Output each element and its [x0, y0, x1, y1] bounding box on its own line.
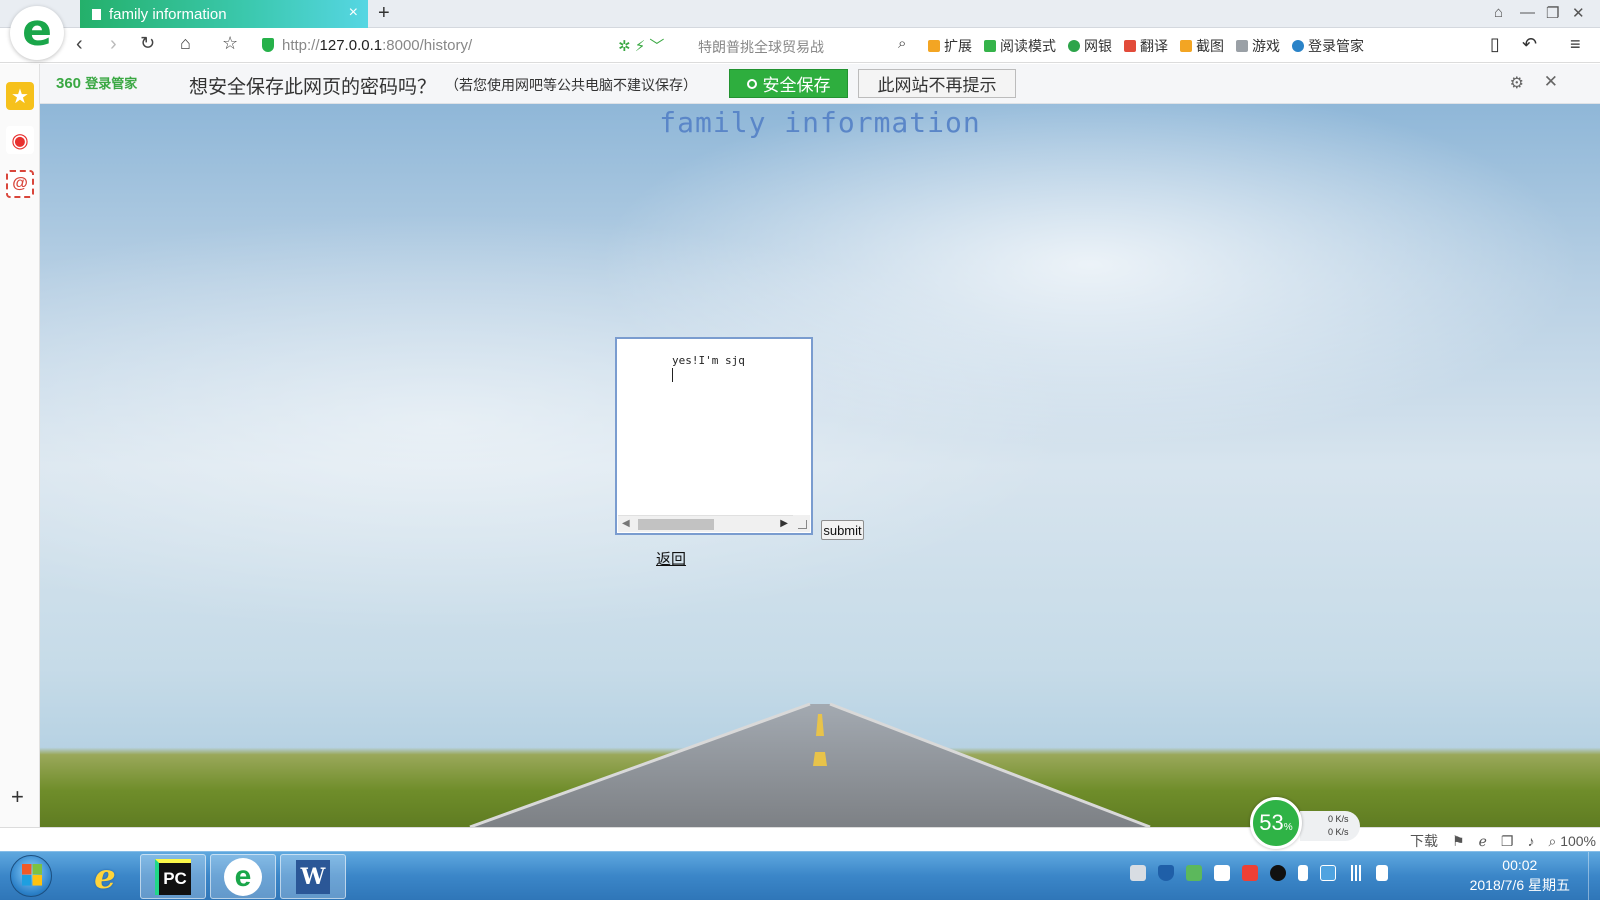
- volume-muted-icon[interactable]: [1242, 865, 1258, 881]
- browser-360-icon: e: [224, 857, 262, 896]
- add-sidebar-icon[interactable]: +: [11, 784, 24, 810]
- download-speed: 0 K/s: [1328, 827, 1349, 837]
- toolbar-menu: 扩展 阅读模式 网银 翻译 截图 游戏 登录管家: [928, 36, 1364, 56]
- close-icon[interactable]: ✕: [1544, 72, 1558, 92]
- toolbar-screenshot[interactable]: 截图: [1180, 36, 1224, 56]
- scrollbar-thumb[interactable]: [638, 519, 714, 530]
- url-host: 127.0.0.1: [319, 36, 383, 54]
- browser-logo[interactable]: e: [10, 6, 64, 60]
- password-prompt: 想安全保存此网页的密码吗？: [189, 77, 437, 98]
- qq-icon[interactable]: [1270, 865, 1286, 881]
- back-icon[interactable]: ‹: [76, 33, 83, 56]
- road-background: [469, 702, 1151, 827]
- gear-icon[interactable]: ⚙: [1510, 73, 1524, 93]
- windows-logo-icon: [22, 864, 42, 886]
- security-shield-icon: [262, 38, 274, 52]
- skin-icon[interactable]: ⌂: [1494, 4, 1503, 21]
- window-icon[interactable]: ❐: [1501, 833, 1514, 850]
- page-title: family information: [659, 106, 981, 139]
- network-tray-icon[interactable]: [1186, 865, 1202, 881]
- sound-icon[interactable]: ♪: [1527, 833, 1534, 849]
- speed-mode-icon[interactable]: ✲ ⚡ ﹀: [618, 35, 664, 56]
- pycharm-icon: PC: [155, 858, 191, 895]
- new-tab-icon[interactable]: +: [378, 2, 390, 25]
- taskbar: e PC e W 00:02 2018/7/6 星期五: [0, 851, 1600, 900]
- toolbar-login-manager[interactable]: 登录管家: [1292, 36, 1364, 56]
- weibo-icon[interactable]: ◉: [6, 126, 34, 154]
- bookmark-icon[interactable]: ▯: [1490, 34, 1500, 55]
- scroll-right-icon[interactable]: ▶: [780, 518, 788, 529]
- undo-icon[interactable]: ↶: [1522, 34, 1537, 55]
- network-speed-widget[interactable]: 0 K/s 0 K/s 53%: [1250, 797, 1362, 849]
- search-input[interactable]: 特朗普挑全球贸易战: [698, 37, 824, 57]
- upload-speed: 0 K/s: [1328, 814, 1349, 824]
- clock[interactable]: 00:02 2018/7/6 星期五: [1470, 855, 1570, 895]
- close-window-icon[interactable]: ✕: [1572, 4, 1585, 22]
- toolbar-online-bank[interactable]: 网银: [1068, 36, 1112, 56]
- sidebar: ★ ◉ @ +: [0, 64, 40, 836]
- word-icon: W: [296, 859, 330, 894]
- home-icon[interactable]: ⌂: [180, 33, 191, 54]
- show-desktop-button[interactable]: [1588, 852, 1600, 900]
- zoom-level[interactable]: ⌕ 100%: [1548, 833, 1596, 850]
- page-icon: [92, 8, 101, 20]
- start-button[interactable]: [10, 855, 52, 897]
- textarea-value: yes!I'm sjq: [672, 354, 745, 367]
- restore-icon[interactable]: ❐: [1546, 4, 1559, 22]
- memory-usage-badge: 53%: [1250, 797, 1302, 849]
- url-scheme: http://: [282, 36, 320, 54]
- minimize-icon[interactable]: —: [1520, 4, 1535, 21]
- search-icon[interactable]: ⌕: [898, 35, 906, 52]
- taskbar-360-browser[interactable]: e: [210, 854, 276, 899]
- download-manager[interactable]: 下载: [1410, 831, 1438, 851]
- system-tray: [1130, 865, 1388, 881]
- password-save-bar: 360 登录管家 想安全保存此网页的密码吗？ （若您使用网吧等公共电脑不建议保存…: [40, 64, 1600, 104]
- forward-icon[interactable]: ›: [110, 33, 117, 56]
- text-caret: [672, 368, 673, 382]
- bluetooth-icon[interactable]: [1298, 865, 1308, 881]
- mail-icon[interactable]: @: [6, 170, 34, 198]
- refresh-icon[interactable]: ↻: [140, 33, 155, 54]
- menu-icon[interactable]: ≡: [1570, 34, 1581, 55]
- key-icon: [746, 78, 757, 89]
- password-note: （若您使用网吧等公共电脑不建议保存）: [445, 77, 697, 93]
- taskbar-word[interactable]: W: [280, 854, 346, 899]
- clock-time: 00:02: [1502, 857, 1538, 873]
- usb-icon[interactable]: [1214, 865, 1230, 881]
- flag-icon[interactable]: ⚑: [1452, 833, 1465, 850]
- back-link[interactable]: 返回: [656, 548, 686, 569]
- never-remind-button[interactable]: 此网站不再提示: [858, 69, 1016, 98]
- ie-mode-icon[interactable]: ℯ: [1479, 833, 1487, 850]
- message-textarea[interactable]: yes!I'm sjq ◀ ▶: [615, 337, 813, 535]
- toolbar-games[interactable]: 游戏: [1236, 36, 1280, 56]
- resize-grip-icon[interactable]: [793, 515, 810, 532]
- page-content: family information yes!I'm sjq ◀ ▶ submi…: [40, 104, 1600, 827]
- tab-family-information[interactable]: family information ×: [80, 0, 368, 28]
- url-path: :8000/history/: [382, 36, 473, 54]
- tab-bar: family information × + ⌂ — ❐ ✕: [0, 0, 1600, 28]
- tab-title: family information: [109, 5, 227, 23]
- favorite-star-icon[interactable]: ☆: [222, 33, 238, 54]
- clock-date: 2018/7/6 星期五: [1469, 877, 1570, 893]
- input-method-icon[interactable]: [1320, 865, 1336, 881]
- toolbar-reading-mode[interactable]: 阅读模式: [984, 36, 1056, 56]
- security-shield-tray-icon[interactable]: [1158, 865, 1174, 881]
- taskbar-pycharm[interactable]: PC: [140, 854, 206, 899]
- signal-icon[interactable]: [1348, 865, 1364, 881]
- submit-button[interactable]: submit: [821, 520, 864, 540]
- toolbar-translate[interactable]: 翻译: [1124, 36, 1168, 56]
- login-manager-brand: 360 登录管家: [56, 75, 138, 92]
- toolbar-extensions[interactable]: 扩展: [928, 36, 972, 56]
- save-password-button[interactable]: 安全保存: [729, 69, 848, 98]
- close-tab-icon[interactable]: ×: [349, 4, 358, 22]
- taskbar-ie[interactable]: e: [72, 854, 138, 899]
- battery-icon[interactable]: [1376, 865, 1388, 881]
- keyboard-icon[interactable]: [1130, 865, 1146, 881]
- address-toolbar: ‹ › ↻ ⌂ ☆ http://127.0.0.1:8000/history/…: [0, 29, 1600, 63]
- favorites-star-icon[interactable]: ★: [6, 82, 34, 110]
- horizontal-scrollbar[interactable]: ◀ ▶: [618, 515, 794, 532]
- scroll-left-icon[interactable]: ◀: [622, 518, 630, 529]
- internet-explorer-icon: e: [94, 856, 116, 897]
- network-speeds: 0 K/s 0 K/s: [1300, 811, 1360, 841]
